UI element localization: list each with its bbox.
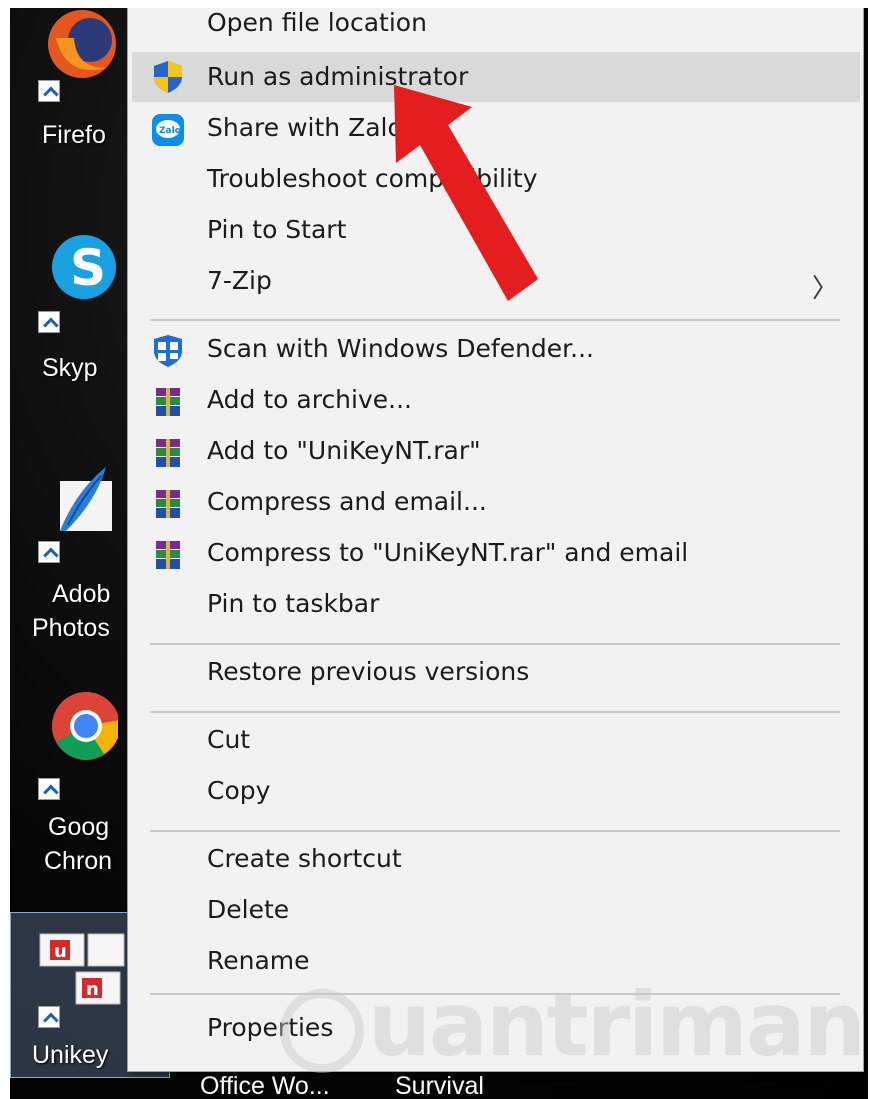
menu-separator	[150, 830, 840, 832]
menu-item-delete[interactable]: Delete	[132, 887, 860, 935]
desktop-icon-label: Skyp	[42, 354, 98, 382]
menu-item-compress-to-unikeynt-rar-and-email[interactable]: Compress to "UniKeyNT.rar" and email	[132, 530, 860, 578]
desktop-icon-firefox[interactable]: Firefo	[10, 8, 120, 158]
shortcut-arrow-icon	[38, 1006, 60, 1028]
menu-item-label: 7-Zip	[207, 266, 272, 295]
svg-text:n: n	[86, 979, 99, 1000]
menu-item-label: Open file location	[207, 8, 427, 37]
menu-item-add-to-unikeynt-rar[interactable]: Add to "UniKeyNT.rar"	[132, 428, 860, 476]
desktop-icon-photoshop[interactable]: Adob Photos	[10, 453, 120, 653]
svg-text:u: u	[54, 941, 67, 962]
menu-item-copy[interactable]: Copy	[132, 768, 860, 816]
menu-separator	[150, 993, 840, 995]
desktop-icon-label-line2: Photos	[32, 614, 110, 642]
desktop-icon-label-line2: Chron	[44, 847, 113, 875]
menu-item-label: Share with Zalo	[207, 113, 403, 142]
menu-item-rename[interactable]: Rename	[132, 938, 860, 986]
winrar-icon	[156, 541, 180, 569]
svg-text:Zalo: Zalo	[159, 126, 181, 136]
desktop-icon-label: Goog	[48, 813, 110, 841]
menu-item-label: Pin to taskbar	[207, 589, 380, 618]
skype-icon: S	[52, 235, 116, 299]
desktop-icon-label: Unikey	[32, 1041, 109, 1069]
desktop-icon-label-office[interactable]: Office Wo...	[200, 1072, 330, 1099]
menu-item-compress-and-email[interactable]: Compress and email...	[132, 479, 860, 527]
desktop-icon-label-survival[interactable]: Survival	[395, 1072, 484, 1099]
menu-item-pin-to-taskbar[interactable]: Pin to taskbar	[132, 581, 860, 629]
shortcut-arrow-icon	[38, 541, 60, 563]
menu-item-label: Rename	[207, 946, 310, 975]
menu-item-label: Pin to Start	[207, 215, 347, 244]
menu-item-label: Compress and email...	[207, 487, 487, 516]
desktop-icon-label: Adob	[52, 580, 111, 608]
menu-separator	[150, 711, 840, 713]
firefox-icon	[48, 10, 116, 78]
menu-item-label: Restore previous versions	[207, 657, 530, 686]
chrome-icon	[52, 692, 118, 760]
desktop-icon-chrome[interactable]: Goog Chron	[10, 686, 120, 886]
menu-item-properties[interactable]: Properties	[132, 1005, 860, 1053]
svg-text:S: S	[70, 239, 106, 297]
menu-item-label: Copy	[207, 776, 271, 805]
shortcut-arrow-icon	[38, 80, 60, 102]
winrar-icon	[156, 388, 180, 416]
menu-item-add-to-archive[interactable]: Add to archive...	[132, 377, 860, 425]
menu-item-label: Properties	[207, 1013, 334, 1042]
unikey-icon: u n	[39, 933, 125, 1005]
windows-defender-icon	[154, 335, 182, 367]
menu-item-label: Add to "UniKeyNT.rar"	[207, 436, 481, 465]
menu-item-label: Scan with Windows Defender...	[207, 334, 594, 363]
desktop-icon-unikey[interactable]: u n Unikey	[10, 928, 125, 1078]
menu-item-scan-with-windows-defender[interactable]: Scan with Windows Defender...	[132, 326, 860, 374]
winrar-icon	[156, 439, 180, 467]
desktop: Firefo S Skyp Adob Photos Goog Chron u n…	[10, 8, 868, 1099]
menu-item-open-file-location[interactable]: Open file location	[132, 8, 860, 48]
shortcut-arrow-icon	[38, 778, 60, 800]
red-arrow-annotation	[394, 85, 538, 301]
desktop-icon-skype[interactable]: S Skyp	[10, 223, 120, 393]
menu-item-label: Create shortcut	[207, 844, 402, 873]
shortcut-arrow-icon	[38, 311, 60, 333]
menu-item-create-shortcut[interactable]: Create shortcut	[132, 836, 860, 884]
menu-item-label: Delete	[207, 895, 290, 924]
menu-item-label: Compress to "UniKeyNT.rar" and email	[207, 538, 689, 567]
menu-separator	[150, 319, 840, 321]
zalo-icon: Zalo	[152, 114, 184, 146]
chevron-right-icon: 〉	[811, 274, 838, 304]
menu-item-label: Add to archive...	[207, 385, 412, 414]
winrar-icon	[156, 490, 180, 518]
desktop-icon-label: Firefo	[42, 121, 106, 149]
menu-separator	[150, 643, 840, 645]
menu-item-cut[interactable]: Cut	[132, 717, 860, 765]
uac-shield-icon	[154, 61, 182, 93]
menu-item-restore-previous-versions[interactable]: Restore previous versions	[132, 649, 860, 697]
photoshop-icon	[60, 467, 112, 531]
menu-item-label: Cut	[207, 725, 251, 754]
